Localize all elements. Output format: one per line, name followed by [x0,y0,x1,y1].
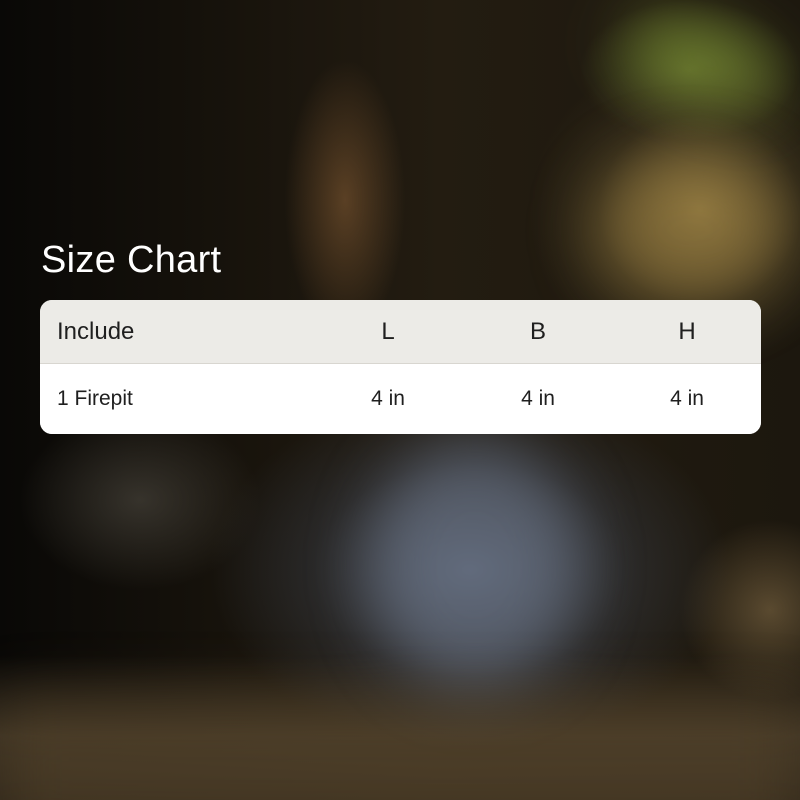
background-face-sculpture [370,440,580,690]
header-height: H [678,317,696,345]
cell-height-value: 4 in [670,387,704,410]
header-breadth: B [529,317,546,345]
background-table-surface [0,700,800,800]
header-length: L [381,317,395,345]
size-chart-table: Include L B H 1 Firepit 4 in 4 in 4 in [40,300,761,434]
background-brass-object [590,150,790,310]
table-row: 1 Firepit 4 in 4 in 4 in [40,364,761,434]
cell-breadth-value: 4 in [521,387,555,410]
table-header-row: Include L B H [40,300,761,364]
header-include: Include [57,317,135,345]
size-chart-title: Size Chart [41,239,222,281]
background-plant [611,0,799,133]
cell-include-item: 1 Firepit [57,387,133,410]
cell-length-value: 4 in [371,387,405,410]
